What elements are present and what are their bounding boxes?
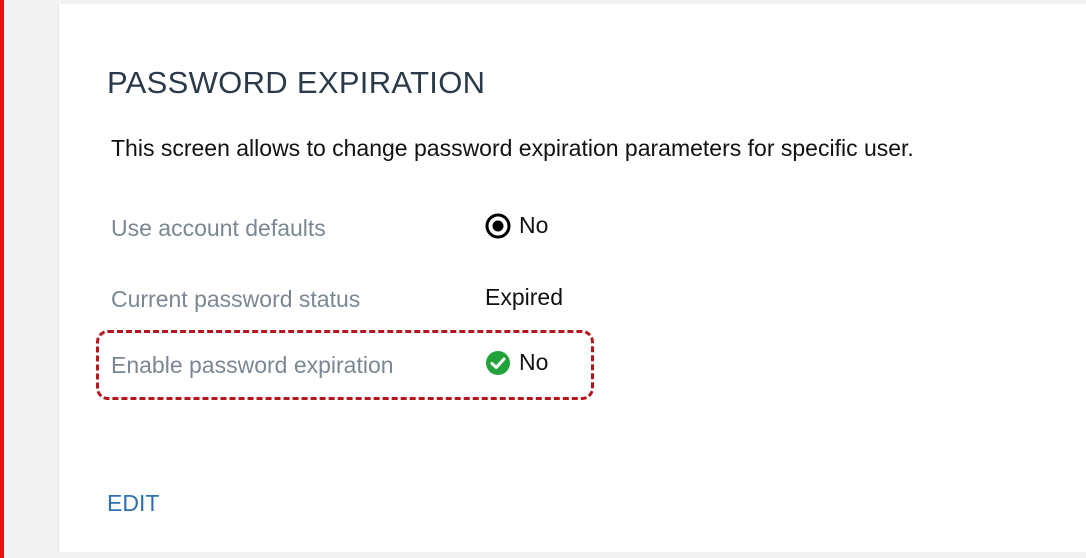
password-expiration-card: PASSWORD EXPIRATION This screen allows t… (58, 4, 1086, 552)
use-account-defaults-value[interactable]: No (485, 212, 548, 239)
green-check-circle-icon (485, 350, 511, 376)
page-title: PASSWORD EXPIRATION (107, 65, 486, 100)
enable-password-expiration-value: No (485, 349, 548, 376)
current-password-status-value: Expired (485, 284, 563, 311)
use-account-defaults-text: No (519, 212, 549, 238)
edit-button[interactable]: EDIT (107, 490, 159, 517)
section-description: This screen allows to change password ex… (111, 135, 914, 161)
enable-password-expiration-label: Enable password expiration (111, 352, 394, 378)
enable-password-expiration-text: No (519, 349, 549, 375)
current-password-status-text: Expired (485, 284, 563, 310)
current-password-status-label: Current password status (111, 286, 361, 312)
left-accent-rule (0, 0, 4, 558)
use-account-defaults-label: Use account defaults (111, 215, 326, 241)
radio-selected-icon[interactable] (485, 213, 511, 239)
